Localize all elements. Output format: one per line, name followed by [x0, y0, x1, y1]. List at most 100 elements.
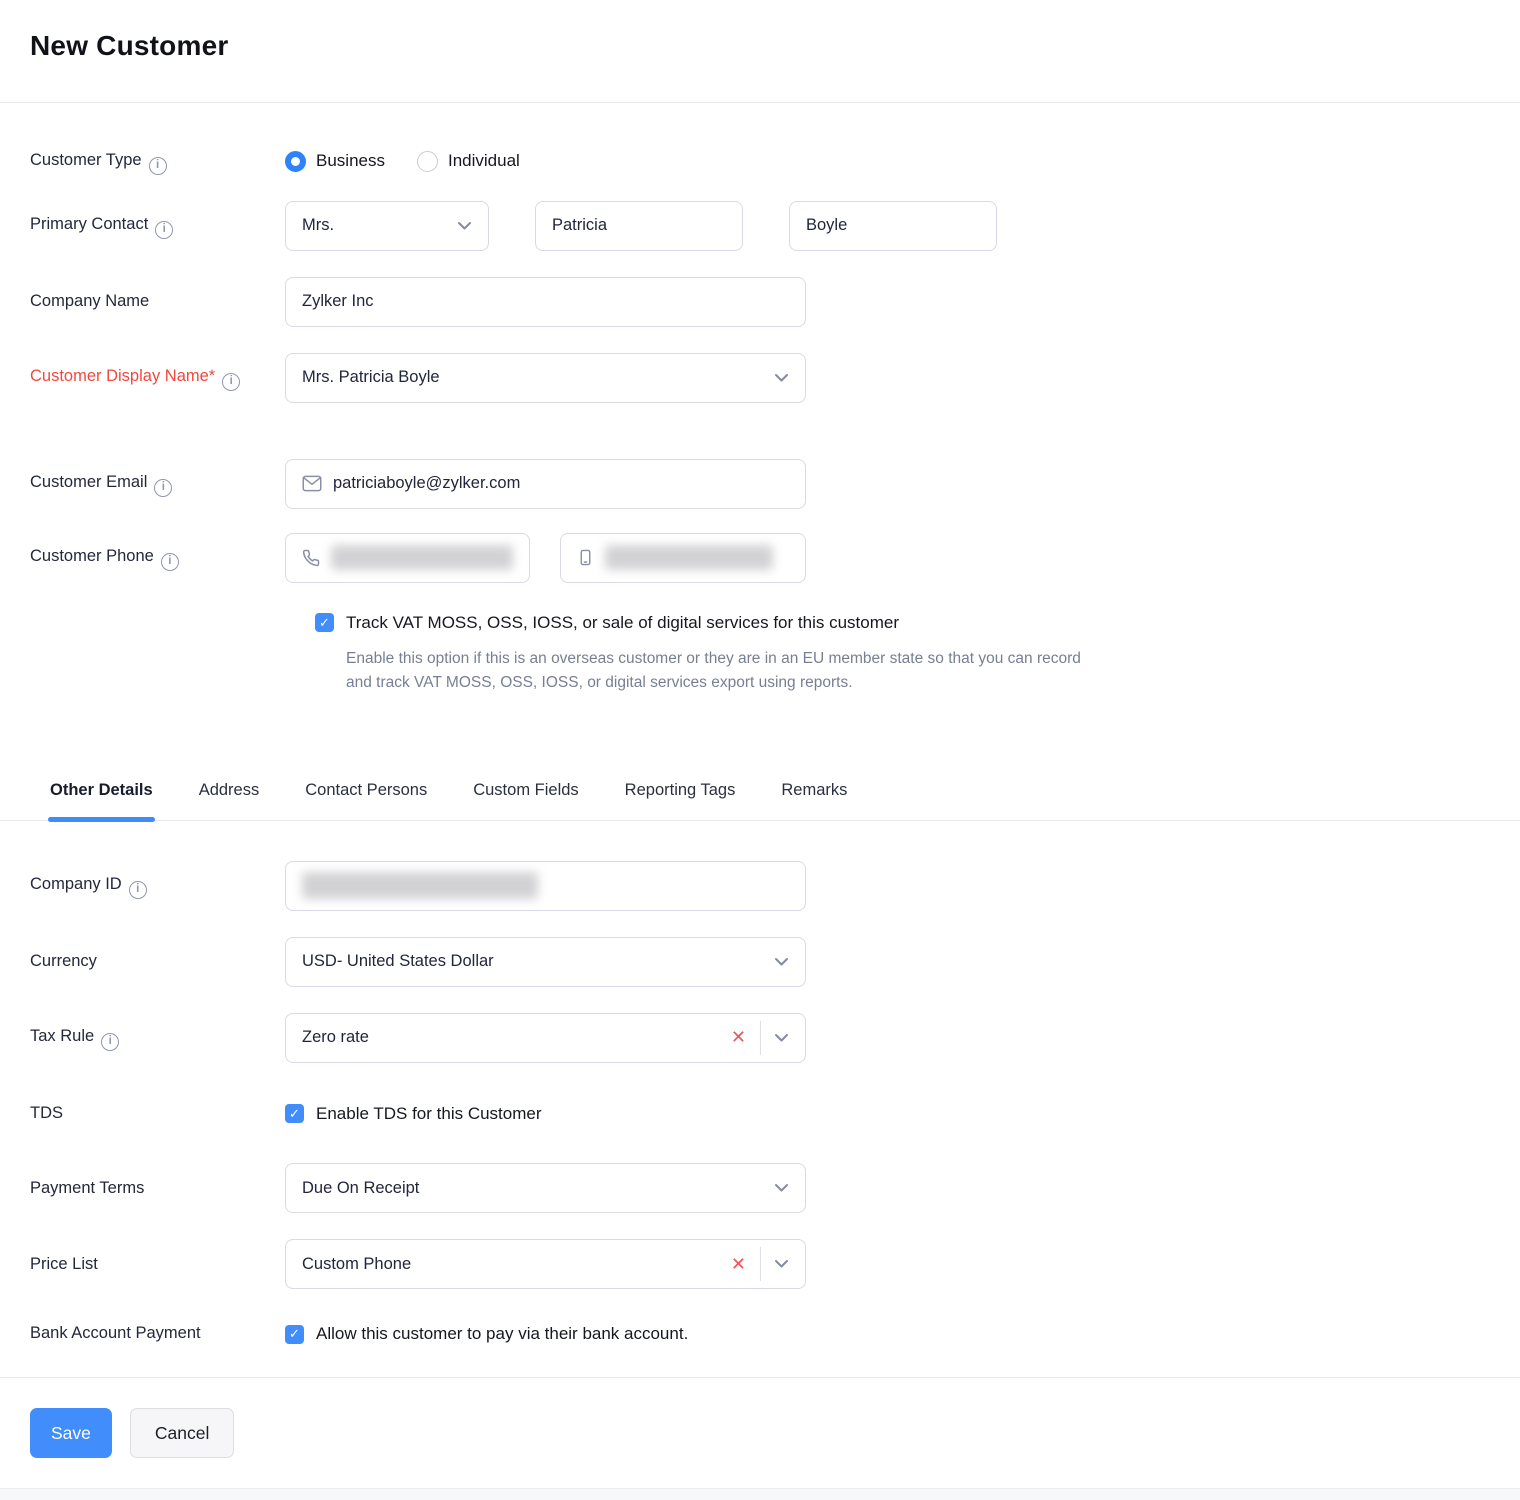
bottom-strip — [0, 1488, 1520, 1500]
checkbox-checked-icon[interactable]: ✓ — [285, 1104, 304, 1123]
vat-tracking-checkbox-row[interactable]: ✓ Track VAT MOSS, OSS, IOSS, or sale of … — [315, 613, 1520, 633]
radio-individual[interactable]: Individual — [417, 151, 520, 172]
bank-account-payment-row: Bank Account Payment ✓ Allow this custom… — [0, 1321, 1520, 1347]
company-name-row: Company Name Zylker Inc — [0, 277, 1520, 327]
tab-other-details[interactable]: Other Details — [50, 781, 153, 820]
tds-label: TDS — [0, 1101, 285, 1127]
vat-tracking-help-text: Enable this option if this is an oversea… — [346, 647, 1096, 695]
primary-contact-label: Primary Contacti — [0, 212, 285, 239]
clear-icon[interactable]: ✕ — [731, 1254, 760, 1275]
price-list-select[interactable]: Custom Phone ✕ — [285, 1239, 806, 1289]
display-name-select[interactable]: Mrs. Patricia Boyle — [285, 353, 806, 403]
company-id-row: Company IDi — [0, 861, 1520, 911]
info-icon[interactable]: i — [155, 221, 173, 239]
checkbox-checked-icon[interactable]: ✓ — [285, 1325, 304, 1344]
other-details-section: Company IDi Currency USD- United States … — [0, 821, 1520, 1347]
work-phone-input[interactable] — [285, 533, 530, 583]
company-name-label: Company Name — [0, 289, 285, 315]
bank-account-payment-label: Bank Account Payment — [0, 1321, 285, 1347]
customer-phone-row: Customer Phonei — [0, 533, 1520, 583]
display-name-control: Mrs. Patricia Boyle — [285, 353, 806, 403]
info-icon[interactable]: i — [129, 881, 147, 899]
display-name-row: Customer Display Name*i Mrs. Patricia Bo… — [0, 353, 1520, 403]
display-name-label: Customer Display Name*i — [0, 364, 285, 391]
payment-terms-control: Due On Receipt — [285, 1163, 806, 1213]
info-icon[interactable]: i — [149, 157, 167, 175]
tab-reporting-tags[interactable]: Reporting Tags — [625, 781, 736, 820]
radio-business[interactable]: Business — [285, 151, 385, 172]
page-header: New Customer — [0, 0, 1520, 103]
clear-icon[interactable]: ✕ — [731, 1027, 760, 1048]
tab-address[interactable]: Address — [199, 781, 260, 820]
cancel-button[interactable]: Cancel — [130, 1408, 234, 1458]
tab-remarks[interactable]: Remarks — [781, 781, 847, 820]
currency-control: USD- United States Dollar — [285, 937, 806, 987]
primary-contact-row: Primary Contacti Mrs. Patricia Boyle — [0, 201, 1520, 251]
tds-row: TDS ✓ Enable TDS for this Customer — [0, 1101, 1520, 1127]
chevron-down-icon — [774, 957, 789, 967]
first-name-input[interactable]: Patricia — [535, 201, 743, 251]
bank-account-payment-checkbox-row[interactable]: ✓ Allow this customer to pay via their b… — [285, 1324, 688, 1344]
chevron-down-icon — [774, 1033, 789, 1043]
tax-rule-label: Tax Rulei — [0, 1024, 285, 1051]
mobile-icon — [577, 548, 594, 567]
price-list-row: Price List Custom Phone ✕ — [0, 1239, 1520, 1289]
save-button[interactable]: Save — [30, 1408, 112, 1458]
company-name-input[interactable]: Zylker Inc — [285, 277, 806, 327]
company-id-input[interactable] — [285, 861, 806, 911]
radio-selected-icon[interactable] — [285, 151, 306, 172]
customer-type-label: Customer Typei — [0, 148, 285, 175]
payment-terms-label: Payment Terms — [0, 1176, 285, 1202]
radio-unselected-icon[interactable] — [417, 151, 438, 172]
company-id-redacted-value — [302, 872, 538, 899]
tab-custom-fields[interactable]: Custom Fields — [473, 781, 578, 820]
payment-terms-select[interactable]: Due On Receipt — [285, 1163, 806, 1213]
customer-phone-label: Customer Phonei — [0, 544, 285, 571]
customer-email-row: Customer Emaili patriciaboyle@zylker.com — [0, 459, 1520, 509]
chevron-down-icon — [774, 373, 789, 383]
select-divider — [760, 1247, 761, 1281]
tds-checkbox-row[interactable]: ✓ Enable TDS for this Customer — [285, 1104, 542, 1124]
price-list-control: Custom Phone ✕ — [285, 1239, 806, 1289]
customer-email-label: Customer Emaili — [0, 470, 285, 497]
vat-tracking-block: ✓ Track VAT MOSS, OSS, IOSS, or sale of … — [315, 613, 1520, 695]
currency-label: Currency — [0, 949, 285, 975]
tax-rule-row: Tax Rulei Zero rate ✕ — [0, 1013, 1520, 1063]
company-id-label: Company IDi — [0, 872, 285, 899]
info-icon[interactable]: i — [101, 1033, 119, 1051]
radio-business-label: Business — [316, 151, 385, 171]
mobile-phone-redacted-value — [605, 545, 773, 570]
select-divider — [760, 1021, 761, 1055]
primary-contact-fields: Mrs. Patricia Boyle — [285, 201, 997, 251]
salutation-select[interactable]: Mrs. — [285, 201, 489, 251]
mail-icon — [302, 475, 322, 492]
last-name-input[interactable]: Boyle — [789, 201, 997, 251]
page-title: New Customer — [30, 30, 1520, 62]
detail-tabs: Other Details Address Contact Persons Cu… — [0, 773, 1520, 821]
chevron-down-icon — [774, 1259, 789, 1269]
bank-account-payment-checkbox-label: Allow this customer to pay via their ban… — [316, 1324, 688, 1344]
customer-type-options: Business Individual — [285, 151, 538, 172]
vat-tracking-checkbox-label: Track VAT MOSS, OSS, IOSS, or sale of di… — [346, 613, 899, 633]
chevron-down-icon — [774, 1183, 789, 1193]
checkbox-checked-icon[interactable]: ✓ — [315, 613, 334, 632]
radio-individual-label: Individual — [448, 151, 520, 171]
info-icon[interactable]: i — [222, 373, 240, 391]
mobile-phone-input[interactable] — [560, 533, 806, 583]
tax-rule-select[interactable]: Zero rate ✕ — [285, 1013, 806, 1063]
customer-phone-fields — [285, 533, 806, 583]
info-icon[interactable]: i — [154, 479, 172, 497]
price-list-label: Price List — [0, 1252, 285, 1278]
company-id-control — [285, 861, 806, 911]
form-footer: Save Cancel — [0, 1377, 1520, 1488]
chevron-down-icon — [457, 221, 472, 231]
new-customer-form: Customer Typei Business Individual Prima… — [0, 103, 1520, 1377]
payment-terms-row: Payment Terms Due On Receipt — [0, 1163, 1520, 1213]
work-phone-redacted-value — [331, 545, 513, 570]
tab-contact-persons[interactable]: Contact Persons — [305, 781, 427, 820]
company-name-control: Zylker Inc — [285, 277, 806, 327]
customer-email-input[interactable]: patriciaboyle@zylker.com — [285, 459, 806, 509]
tds-checkbox-label: Enable TDS for this Customer — [316, 1104, 542, 1124]
info-icon[interactable]: i — [161, 553, 179, 571]
currency-select[interactable]: USD- United States Dollar — [285, 937, 806, 987]
